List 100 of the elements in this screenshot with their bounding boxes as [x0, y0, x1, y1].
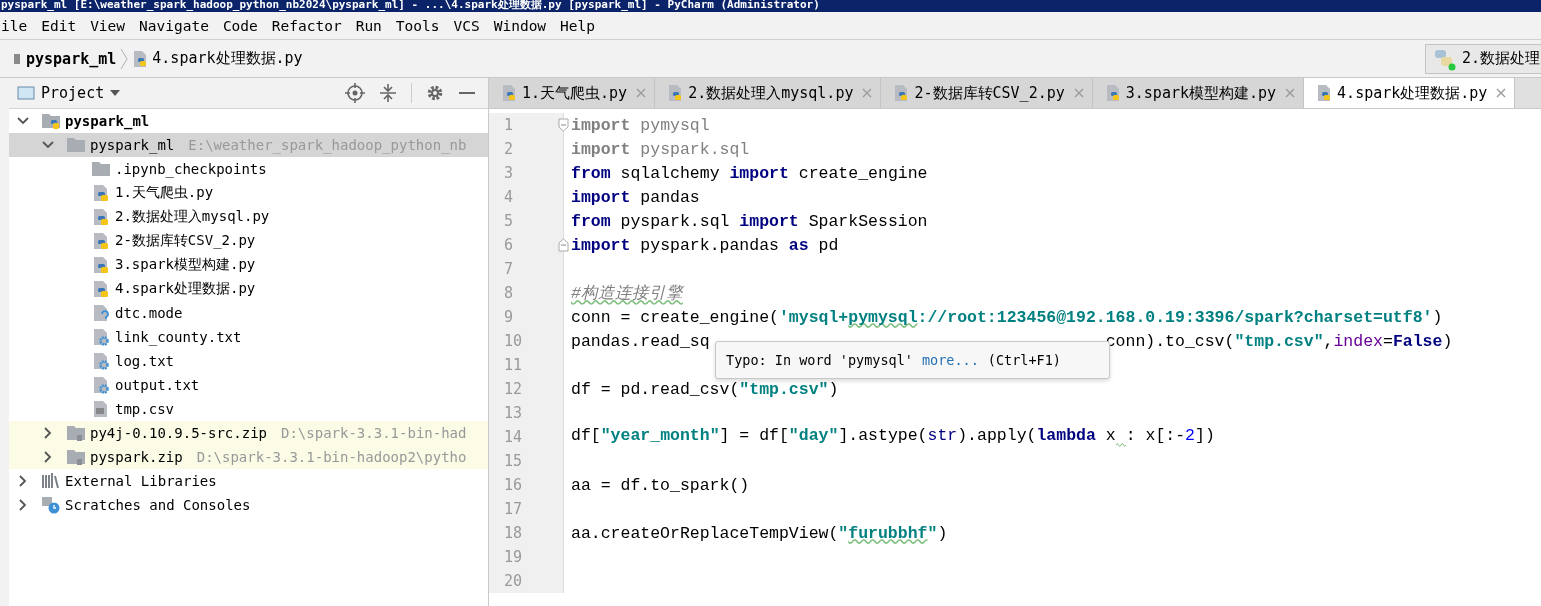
line-number: 8	[504, 284, 514, 302]
project-folder-icon	[14, 51, 22, 66]
tree-item[interactable]: py4j-0.10.9.5-src.zip D:\spark-3.3.1-bin-had	[9, 421, 488, 445]
line-number: 4	[504, 188, 514, 206]
line-number: 10	[504, 332, 523, 350]
python-file-icon	[91, 184, 111, 202]
tree-item[interactable]: 4.spark处理数据.py	[9, 277, 488, 301]
menu-item[interactable]: Tools	[394, 17, 441, 34]
menu-item[interactable]: Edit	[40, 17, 78, 34]
line-number: 11	[504, 356, 523, 374]
chevron-icon	[120, 47, 129, 70]
collapse-all-icon[interactable]	[379, 83, 397, 103]
line-number: 1	[504, 116, 514, 134]
tree-label: .ipynb_checkpoints	[115, 161, 267, 177]
tree-label: py4j-0.10.9.5-src.zip	[90, 425, 267, 441]
settings-file-icon	[91, 376, 111, 394]
more-link[interactable]: more...	[921, 352, 979, 368]
settings-file-icon	[91, 352, 111, 370]
code-line: from sqlalchemy import create_engine	[571, 163, 928, 183]
line-number: 9	[504, 308, 514, 326]
tree-label: 1.天气爬虫.py	[115, 184, 214, 202]
tree-item[interactable]: 2-数据库转CSV_2.py	[9, 229, 488, 253]
line-number: 7	[504, 260, 514, 278]
code-line: import pymysql	[571, 115, 710, 135]
tree-item[interactable]: 2.数据处理入mysql.py	[9, 205, 488, 229]
tree-item[interactable]: External Libraries	[9, 469, 488, 493]
python-file-icon	[132, 49, 149, 68]
python-file-icon	[91, 232, 111, 250]
project-view-dropdown[interactable]: Project	[17, 84, 121, 102]
tree-label: 2-数据库转CSV_2.py	[115, 232, 256, 250]
tree-item[interactable]: dtc.mode	[9, 301, 488, 325]
editor-tab[interactable]: 2.数据处理入mysql.py	[655, 78, 882, 108]
tree-label: External Libraries	[65, 473, 217, 489]
tree-label: log.txt	[115, 353, 174, 369]
line-number: 17	[504, 500, 523, 518]
tree-item[interactable]: log.txt	[9, 349, 488, 373]
line-number: 15	[504, 452, 523, 470]
panel-icon	[17, 86, 35, 100]
python-file-icon	[1316, 84, 1333, 102]
menu-item[interactable]: Run	[354, 17, 383, 34]
line-number: 16	[504, 476, 523, 494]
editor-tab[interactable]: 3.spark模型构建.py	[1092, 78, 1305, 108]
line-number: 14	[504, 428, 523, 446]
run-configuration-button[interactable]: 2.数据处理	[1424, 43, 1541, 74]
tree-item[interactable]: 1.天气爬虫.py	[9, 181, 488, 205]
tooltip-text: Typo: In word 'pymysql'	[726, 352, 913, 368]
line-number: 12	[504, 380, 523, 398]
line-number: 19	[504, 548, 523, 566]
tree-item[interactable]: output.txt	[9, 373, 488, 397]
tree-path: E:\weather_spark_hadoop_python_nb	[188, 137, 467, 153]
editor-tab[interactable]: 1.天气爬虫.py	[489, 78, 656, 108]
line-number: 13	[504, 404, 523, 422]
tree-item[interactable]: tmp.csv	[9, 397, 488, 421]
line-number: 2	[504, 140, 514, 158]
folder-icon	[91, 160, 111, 178]
menu-item[interactable]: ile	[0, 17, 29, 34]
breadcrumb[interactable]: pyspark_ml	[14, 49, 117, 68]
tree-label: link_county.txt	[115, 329, 242, 345]
line-number: 3	[504, 164, 514, 182]
breadcrumb[interactable]: 4.spark处理数据.py	[132, 49, 303, 68]
close-icon[interactable]	[1496, 88, 1507, 98]
tree-item[interactable]: pyspark_ml	[9, 109, 488, 133]
code-line: df["year_month"] = df["day"].astype(str).apply(lambda x : x[:-2])	[571, 426, 1215, 448]
tree-item[interactable]: pyspark.zip D:\spark-3.3.1-bin-hadoop2\pytho	[9, 445, 488, 469]
menu-item[interactable]: Window	[492, 17, 548, 34]
tree-item[interactable]: Scratches and Consoles	[9, 493, 488, 517]
code-line: aa = df.to_spark()	[571, 475, 750, 495]
python-file-icon	[1104, 84, 1121, 102]
shortcut-hint: (Ctrl+F1)	[987, 352, 1061, 368]
fold-marker-icon[interactable]	[558, 238, 569, 252]
python-file-icon	[91, 208, 111, 226]
caret-icon	[110, 90, 121, 96]
menu-item[interactable]: View	[89, 17, 127, 34]
menu-item[interactable]: VCS	[452, 17, 481, 34]
tree-label: 4.spark处理数据.py	[115, 280, 256, 298]
tree-path: D:\spark-3.3.1-bin-had	[281, 425, 467, 441]
code-line: from pyspark.sql import SparkSession	[571, 211, 928, 231]
typo-squiggle	[1115, 442, 1126, 448]
menu-item[interactable]: Help	[559, 17, 597, 34]
line-number: 20	[504, 572, 523, 590]
scratches-icon	[41, 496, 61, 514]
editor-tab[interactable]: 2-数据库转CSV_2.py	[881, 78, 1093, 108]
editor-tab[interactable]: 4.spark处理数据.py	[1304, 78, 1516, 108]
settings-icon[interactable]	[426, 84, 444, 102]
menu-item[interactable]: Refactor	[270, 17, 343, 34]
code-line: pandas.read_sq conn).to_csv("tmp.csv",index=False)	[571, 331, 1453, 351]
tree-item[interactable]: .ipynb_checkpoints	[9, 157, 488, 181]
menu-item[interactable]: Code	[221, 17, 259, 34]
tree-label: tmp.csv	[115, 401, 174, 417]
tree-item[interactable]: pyspark_ml E:\weather_spark_hadoop_python_nb	[9, 133, 488, 157]
tree-label: 3.spark模型构建.py	[115, 256, 256, 274]
tree-item[interactable]: 3.spark模型构建.py	[9, 253, 488, 277]
python-file-icon	[667, 84, 684, 102]
menu-item[interactable]: Navigate	[138, 17, 210, 34]
code-line: #构造连接引擎	[571, 283, 683, 304]
line-number: 5	[504, 212, 514, 230]
tree-item[interactable]: link_county.txt	[9, 325, 488, 349]
tree-label: Scratches and Consoles	[65, 497, 251, 513]
fold-marker-icon[interactable]	[558, 118, 569, 132]
locate-icon[interactable]	[345, 83, 365, 103]
